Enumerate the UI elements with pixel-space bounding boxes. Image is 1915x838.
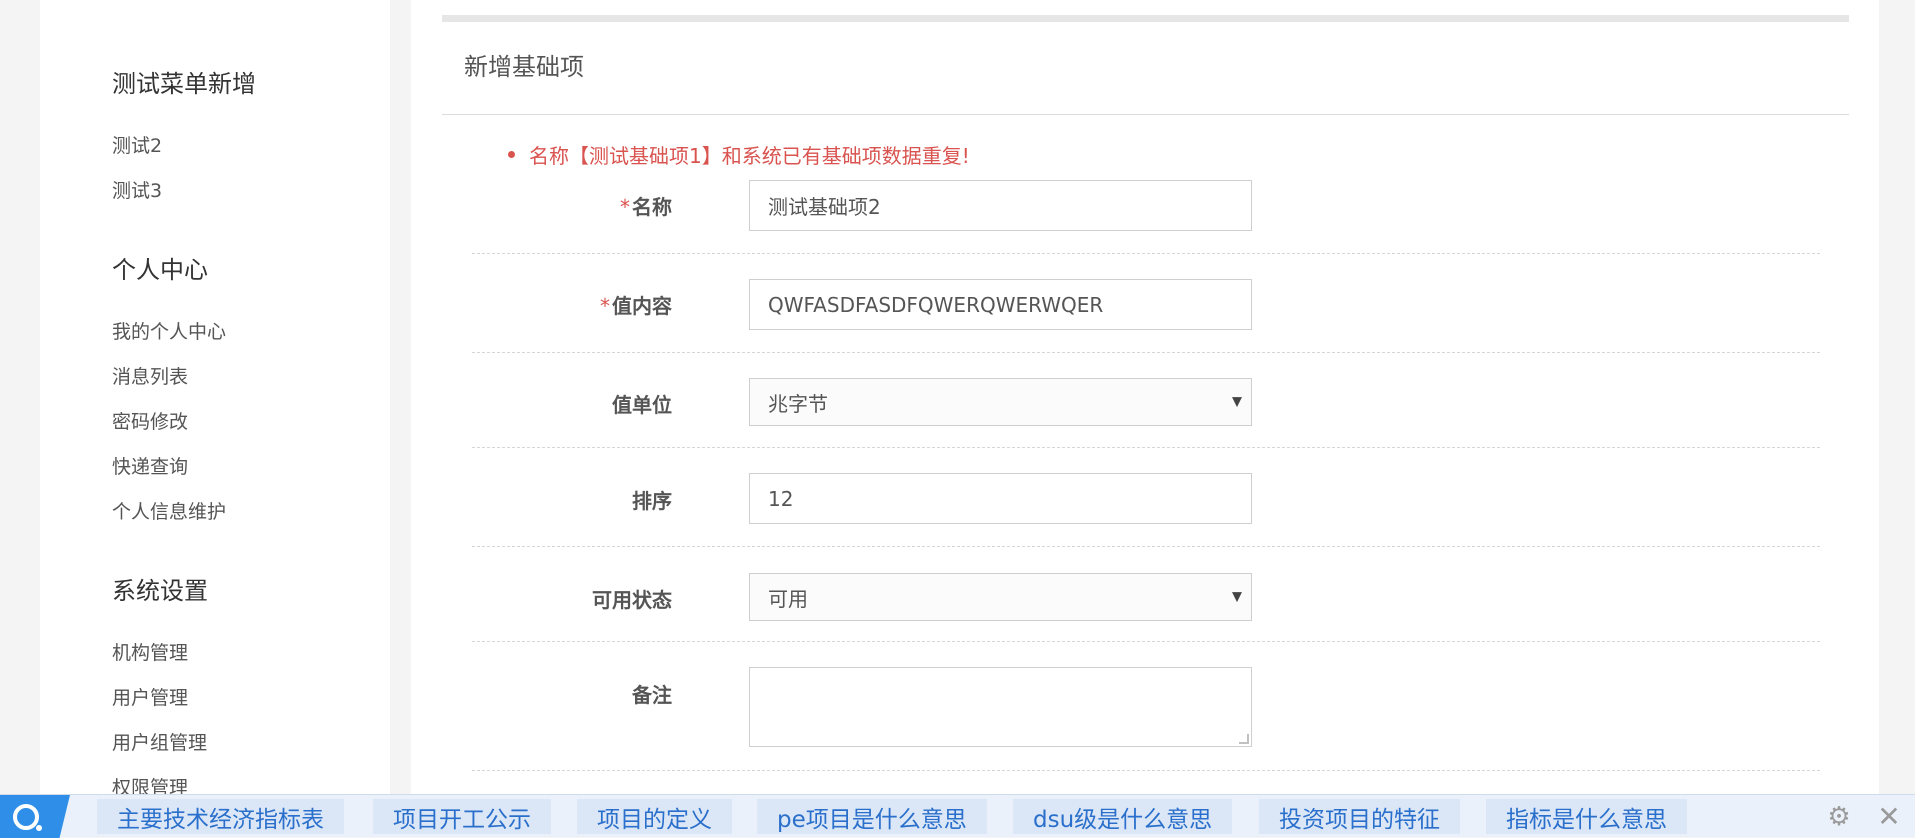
status-selected: 可用 [768, 586, 808, 611]
main-panel: 新增基础项 名称【测试基础项1】和系统已有基础项数据重复! * 名称 测试基础项2… [411, 0, 1879, 794]
status-select[interactable]: 可用 ▼ [749, 573, 1252, 621]
resize-grip-icon[interactable] [1239, 734, 1249, 744]
sidebar-item-users[interactable]: 用户管理 [112, 683, 188, 710]
bottom-link[interactable]: dsu级是什么意思 [1013, 799, 1233, 834]
value-unit-select[interactable]: 兆字节 ▼ [749, 378, 1252, 426]
sidebar-item-test2[interactable]: 测试2 [112, 131, 162, 158]
remark-label: 备注 [632, 683, 672, 707]
value-unit-label: 值单位 [612, 393, 672, 417]
gear-icon[interactable]: ⚙ [1825, 803, 1853, 831]
sort-input[interactable]: 12 [749, 473, 1252, 524]
value-unit-selected: 兆字节 [768, 391, 828, 416]
sidebar-item-profile[interactable]: 个人信息维护 [112, 497, 226, 524]
remark-textarea[interactable] [749, 667, 1252, 747]
error-text: 名称【测试基础项1】和系统已有基础项数据重复! [529, 144, 970, 168]
value-content-label: * 值内容 [600, 294, 672, 318]
close-icon[interactable]: ✕ [1875, 803, 1903, 831]
name-label: * 名称 [620, 195, 672, 219]
divider [442, 114, 1849, 115]
status-label: 可用状态 [592, 588, 672, 612]
sidebar-item-messages[interactable]: 消息列表 [112, 362, 188, 389]
sidebar: 测试菜单新增 测试2 测试3 个人中心 我的个人中心 消息列表 密码修改 快递查… [40, 0, 390, 799]
sort-label: 排序 [632, 489, 672, 513]
sidebar-section-title: 个人中心 [112, 256, 208, 284]
error-message: 名称【测试基础项1】和系统已有基础项数据重复! [508, 140, 970, 169]
page-title: 新增基础项 [464, 53, 584, 81]
sidebar-item-groups[interactable]: 用户组管理 [112, 728, 207, 755]
sidebar-item-express[interactable]: 快递查询 [112, 452, 188, 479]
bottom-link[interactable]: 投资项目的特征 [1259, 799, 1460, 834]
divider [472, 546, 1820, 547]
bottom-search-bar: 主要技术经济指标表 项目开工公示 项目的定义 pe项目是什么意思 dsu级是什么… [0, 794, 1915, 838]
sidebar-item-test3[interactable]: 测试3 [112, 176, 162, 203]
value-content-input[interactable]: QWFASDFASDFQWERQWERWQER [749, 279, 1252, 330]
bottom-link[interactable]: 主要技术经济指标表 [97, 799, 344, 834]
sidebar-item-my-center[interactable]: 我的个人中心 [112, 317, 226, 344]
chevron-down-icon: ▼ [1232, 394, 1242, 410]
bottom-link[interactable]: 项目的定义 [577, 799, 732, 834]
bottom-link[interactable]: 指标是什么意思 [1486, 799, 1687, 834]
divider [472, 352, 1820, 353]
sidebar-section-title: 系统设置 [112, 577, 208, 605]
search-logo-icon[interactable] [0, 795, 70, 838]
bottom-link[interactable]: pe项目是什么意思 [757, 799, 987, 834]
sidebar-section-title: 测试菜单新增 [112, 70, 256, 98]
divider [472, 447, 1820, 448]
divider [472, 770, 1820, 771]
bullet-icon [508, 151, 515, 158]
panel-top-bar [442, 15, 1849, 22]
chevron-down-icon: ▼ [1232, 589, 1242, 605]
sidebar-item-org[interactable]: 机构管理 [112, 638, 188, 665]
name-input[interactable]: 测试基础项2 [749, 180, 1252, 231]
divider [472, 253, 1820, 254]
divider [472, 641, 1820, 642]
sidebar-item-password[interactable]: 密码修改 [112, 407, 188, 434]
bottom-link[interactable]: 项目开工公示 [373, 799, 551, 834]
